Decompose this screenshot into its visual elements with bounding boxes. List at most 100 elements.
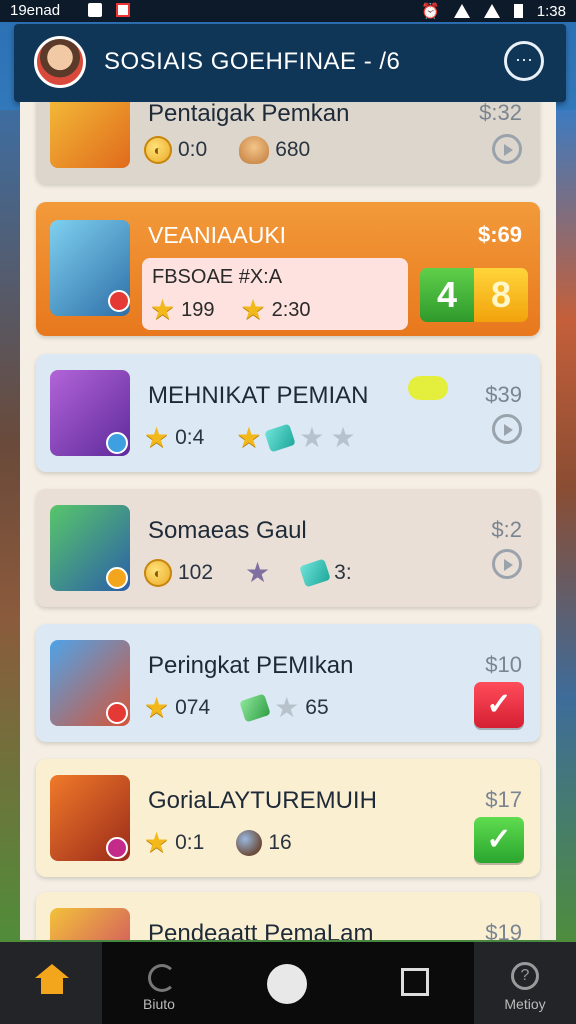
player-list[interactable]: Pentaigak Pemkan $:32 ◐ 0:0 680 VEANIAAU… <box>20 102 556 940</box>
player-name: Pentaigak Pemkan <box>148 102 350 127</box>
star-icon: ★ <box>236 422 262 453</box>
help-icon: ? <box>511 962 539 990</box>
avatar[interactable] <box>34 36 86 88</box>
player-portrait <box>50 640 130 726</box>
star-empty-icon: ★ <box>299 422 325 453</box>
player-portrait <box>50 370 130 456</box>
star-icon: ★ <box>144 692 170 723</box>
star-empty-icon: ★ <box>330 422 356 453</box>
rank-badge-icon <box>106 432 128 454</box>
player-portrait <box>50 505 130 591</box>
score-tile[interactable]: 8 <box>474 268 528 322</box>
player-name: Somaeas Gaul <box>148 517 307 544</box>
calendar-icon <box>116 3 130 17</box>
battery-icon <box>513 4 523 18</box>
rank-badge-icon <box>108 290 130 312</box>
stat-value: 3: <box>334 561 352 584</box>
app-header: SOSIAIS GOEHFINAE - /6 ⋯ <box>14 24 566 102</box>
signal-icon <box>483 4 500 18</box>
score-tile[interactable]: 4 <box>420 268 474 322</box>
player-name: VEANIAAUKI <box>148 222 287 248</box>
gem-icon <box>264 423 297 453</box>
star-icon: ★ <box>240 294 266 325</box>
square-icon <box>401 968 429 996</box>
confirm-button[interactable]: ✓ <box>474 817 524 863</box>
chat-icon[interactable]: ⋯ <box>504 41 544 81</box>
player-price: $39 <box>485 382 522 407</box>
star-icon: ★ <box>144 827 170 858</box>
player-name: MEHNIKAT PEMIAN <box>148 382 369 409</box>
player-name: GoriaLAYTUREMUIH <box>148 787 377 814</box>
nav-help[interactable]: ? Metioy <box>474 942 576 1024</box>
player-price: $:2 <box>491 517 522 542</box>
star-icon: ★ <box>144 422 170 453</box>
player-name: Pendeaatt PemaLam <box>148 920 374 940</box>
wifi-icon <box>453 4 470 18</box>
stat-value: 680 <box>275 138 311 161</box>
panel-title: FBSOAE #X:A <box>152 266 283 288</box>
play-button[interactable] <box>492 414 522 444</box>
rank-badge-icon <box>106 567 128 589</box>
list-item[interactable]: Pendeaatt PemaLam $19 <box>36 892 540 940</box>
player-stats: ◐ 0:0 680 <box>144 136 310 164</box>
list-item[interactable]: Somaeas Gaul $:2 ◐ 102 ★ 3: <box>36 489 540 607</box>
list-item[interactable]: GoriaLAYTUREMUIH $17 ★ 0:1 16 ✓ <box>36 759 540 877</box>
rank-badge-icon <box>106 837 128 859</box>
nav-home[interactable] <box>0 942 102 1024</box>
star-icon: ★ <box>150 294 176 325</box>
stat-value: 0:4 <box>175 426 205 449</box>
rank-badge-icon <box>106 702 128 724</box>
player-portrait <box>50 908 130 940</box>
player-stats: ★ 0:1 16 <box>144 829 292 857</box>
stat-value: 102 <box>178 561 214 584</box>
list-item[interactable]: Pentaigak Pemkan $:32 ◐ 0:0 680 <box>36 102 540 184</box>
player-stats: ★ 199 ★ 2:30 <box>150 296 311 324</box>
status-pill <box>408 376 448 400</box>
nav-label: Biuto <box>143 996 175 1012</box>
player-portrait <box>50 775 130 861</box>
player-price: $10 <box>485 652 522 677</box>
nav-logo[interactable] <box>240 942 334 1024</box>
carrier-label: 19enad <box>10 2 61 19</box>
coin-icon: ◐ <box>144 136 172 164</box>
spinner-icon <box>148 964 176 992</box>
play-button[interactable] <box>492 549 522 579</box>
orb-icon <box>236 830 263 856</box>
bottom-nav: Biuto ? Metioy <box>0 942 576 1024</box>
play-button[interactable] <box>492 134 522 164</box>
coin-icon: ◐ <box>144 559 172 587</box>
status-bar: 19enad ⏰ 1:38 <box>0 0 576 22</box>
alarm-icon: ⏰ <box>421 3 440 20</box>
star-icon: ★ <box>245 557 271 588</box>
stat-value: 16 <box>268 831 292 854</box>
notification-icon <box>88 3 102 17</box>
list-item[interactable]: MEHNIKAT PEMIAN $39 ★ 0:4 ★ ★ ★ <box>36 354 540 472</box>
stat-value: 199 <box>181 298 215 321</box>
player-portrait <box>50 220 130 316</box>
stat-value: 074 <box>175 696 211 719</box>
list-item[interactable]: Peringkat PEMIkan $10 ★ 074 ★ 65 ✓ <box>36 624 540 742</box>
page-title: SOSIAIS GOEHFINAE - /6 <box>104 48 401 75</box>
list-item-highlighted[interactable]: VEANIAAUKI $:69 FBSOAE #X:A ★ 199 ★ 2:30… <box>36 202 540 336</box>
player-name: Peringkat PEMIkan <box>148 652 354 679</box>
stat-value: 0:1 <box>175 831 205 854</box>
home-icon <box>35 964 69 996</box>
confirm-button[interactable]: ✓ <box>474 682 524 728</box>
stat-value: 2:30 <box>271 298 311 321</box>
player-stats: ◐ 102 ★ 3: <box>144 557 352 588</box>
player-stats: ★ 074 ★ 65 <box>144 692 329 723</box>
stat-value: 65 <box>305 696 329 719</box>
logo-icon <box>267 964 307 1004</box>
gem-icon <box>239 693 271 723</box>
player-portrait <box>50 102 130 168</box>
player-detail-panel: FBSOAE #X:A ★ 199 ★ 2:30 <box>142 258 408 330</box>
nav-recent[interactable] <box>368 942 462 1024</box>
player-stats: ★ 0:4 ★ ★ ★ <box>144 422 356 453</box>
star-empty-icon: ★ <box>274 692 300 723</box>
gem-icon <box>299 558 331 588</box>
nav-biuto[interactable]: Biuto <box>112 942 206 1024</box>
player-price: $:69 <box>477 222 522 247</box>
clock: 1:38 <box>536 2 566 20</box>
stat-value: 0:0 <box>178 138 208 161</box>
nav-label: Metioy <box>504 996 546 1012</box>
